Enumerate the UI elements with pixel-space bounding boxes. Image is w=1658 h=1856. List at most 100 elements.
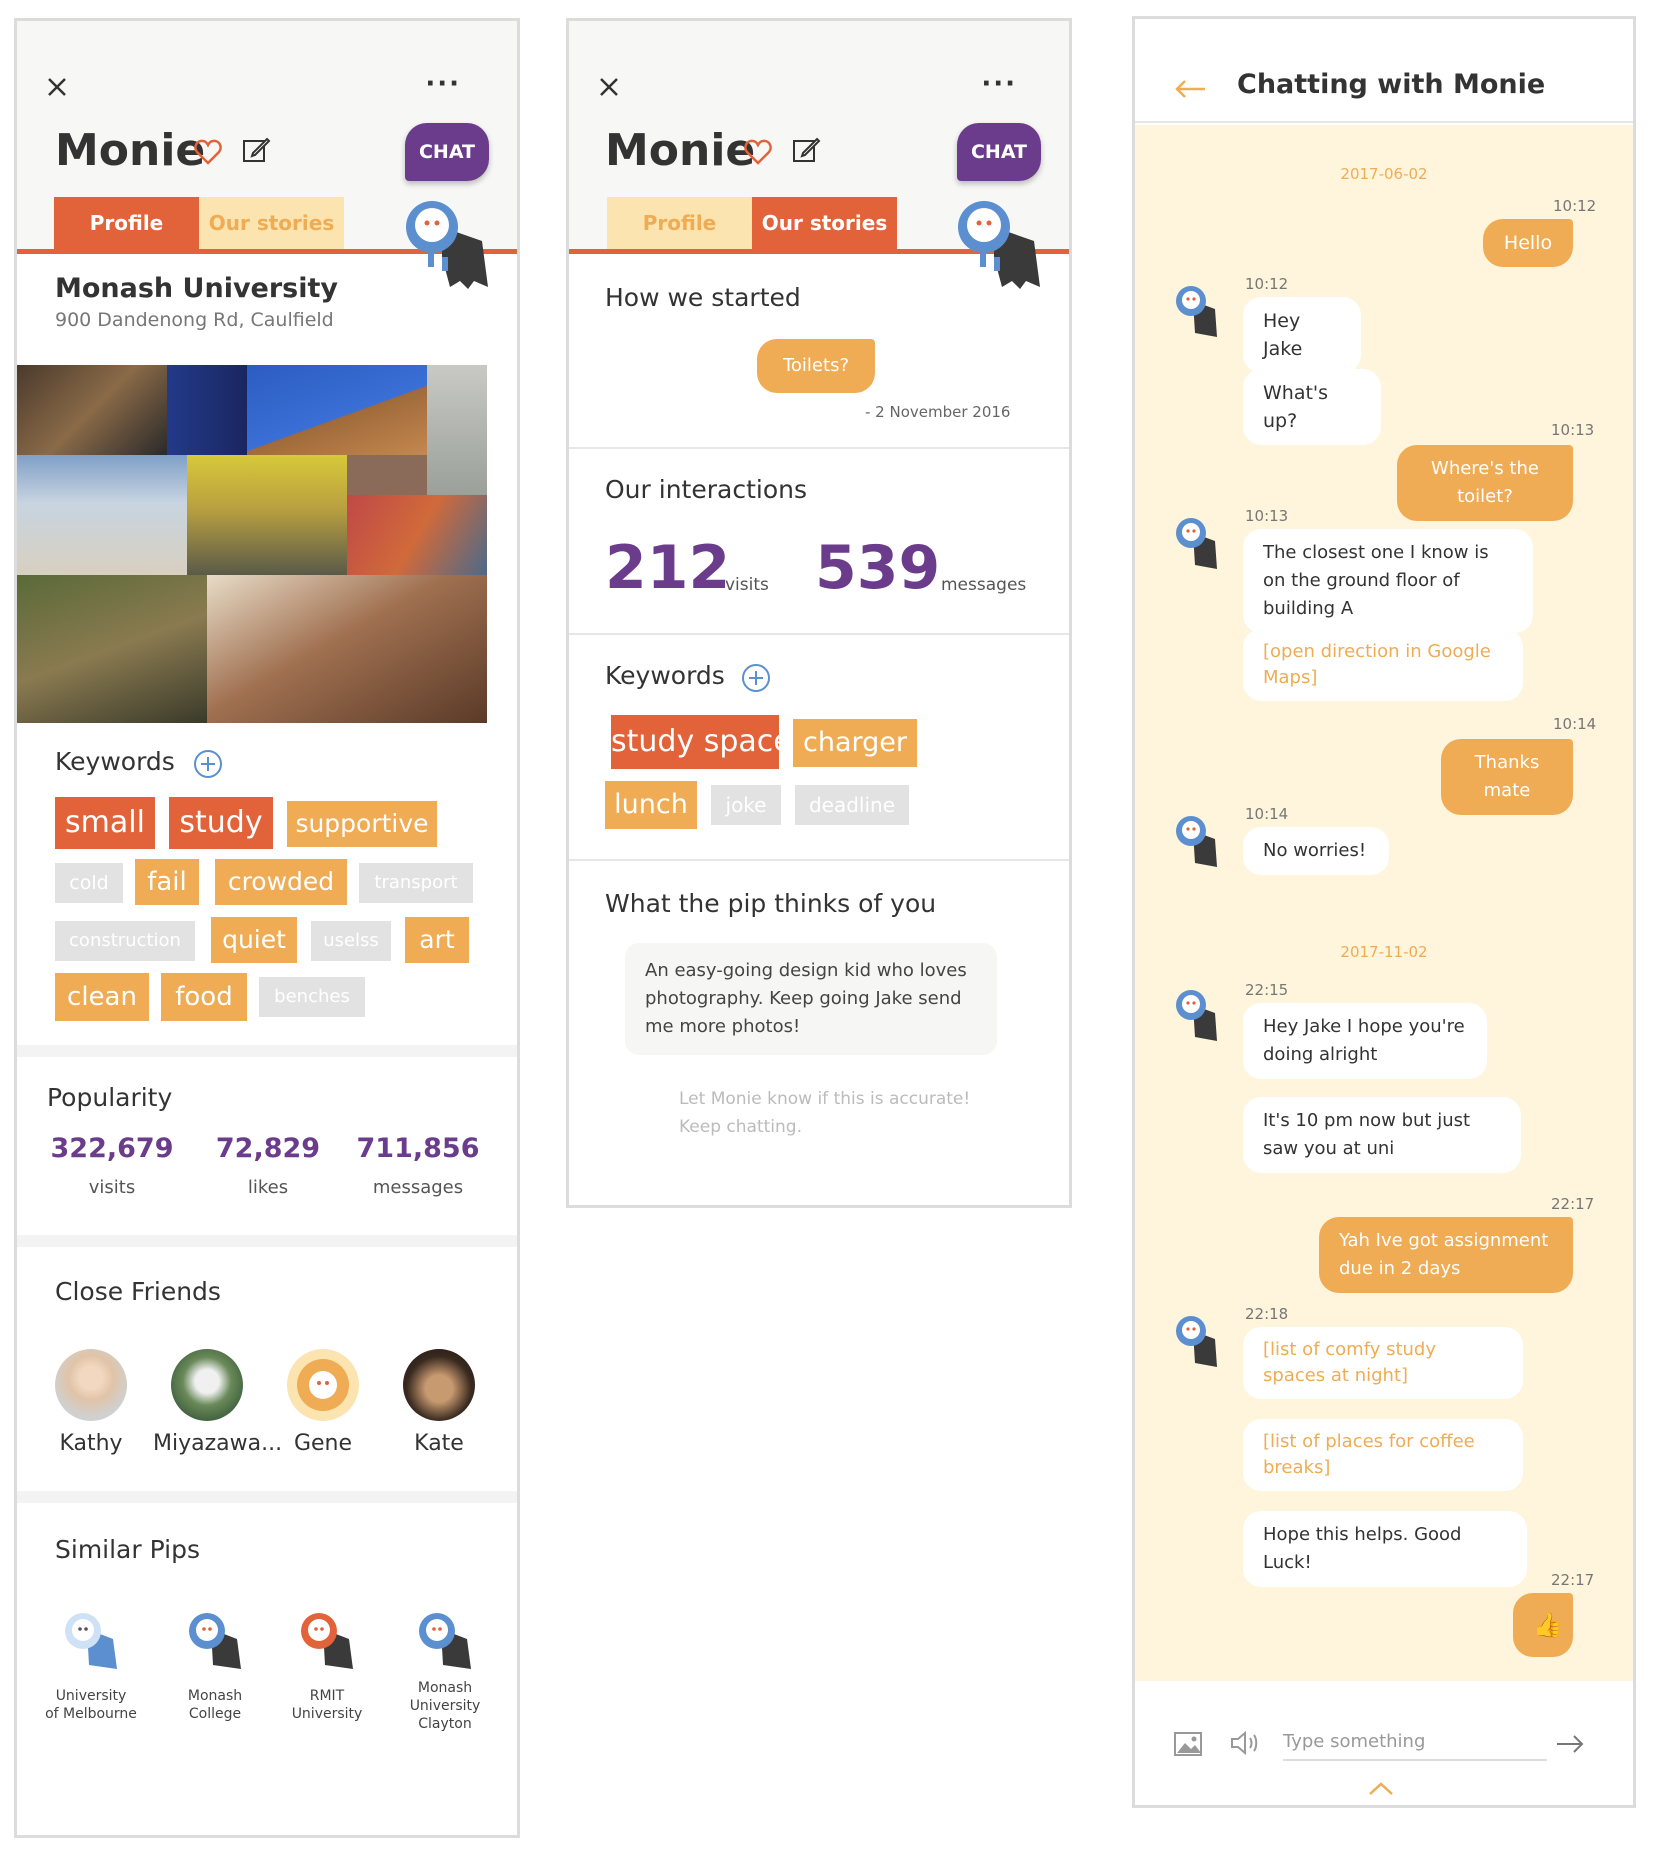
pip-mascot-icon[interactable] (185, 1609, 245, 1679)
visits-count: 212 (605, 533, 731, 603)
keyword-tag[interactable]: crowded (215, 859, 347, 905)
add-keyword-icon[interactable] (741, 663, 771, 693)
photo-stairs-outdoor (17, 575, 207, 723)
place-address: 900 Dandenong Rd, Caulfield (55, 309, 334, 331)
keyword-tag[interactable]: benches (259, 977, 365, 1017)
audio-icon[interactable] (1229, 1729, 1261, 1757)
keyword-tag[interactable]: study (169, 797, 273, 849)
tab-profile[interactable]: Profile (607, 197, 752, 249)
study-spaces-link-message[interactable]: [list of comfy study spaces at night] (1243, 1327, 1523, 1399)
close-icon[interactable] (595, 73, 623, 101)
friend-name[interactable]: Gene (268, 1431, 378, 1456)
message-time: 10:12 (1553, 197, 1597, 215)
thumbs-up-message[interactable]: 👍 (1513, 1593, 1573, 1657)
popularity-title: Popularity (47, 1083, 173, 1112)
keyword-tag[interactable]: construction (55, 921, 195, 961)
similar-pip-name[interactable]: University of Melbourne (36, 1687, 146, 1723)
sent-message[interactable]: Hello (1483, 219, 1573, 267)
message-time: 22:17 (1551, 1571, 1595, 1589)
keyword-tag[interactable]: quiet (211, 917, 297, 963)
pip-mascot-icon[interactable] (415, 1609, 475, 1679)
friend-name[interactable]: Miyazawa... (153, 1431, 282, 1456)
friend-avatar[interactable] (403, 1349, 475, 1421)
add-keyword-icon[interactable] (193, 749, 223, 779)
photo-staircase (207, 575, 487, 723)
sent-message[interactable]: Thanks mate (1441, 739, 1573, 815)
tab-our-stories[interactable]: Our stories (752, 197, 897, 249)
first-message-date: - 2 November 2016 (865, 403, 1011, 421)
message-input[interactable]: Type something (1283, 1725, 1547, 1761)
pip-mascot-icon[interactable] (61, 1609, 121, 1679)
edit-icon[interactable] (791, 135, 821, 165)
friend-name[interactable]: Kathy (36, 1431, 146, 1456)
photo-collage[interactable] (17, 365, 487, 723)
friend-name[interactable]: Kate (384, 1431, 494, 1456)
received-message[interactable]: Hope this helps. Good Luck! (1243, 1511, 1527, 1587)
keyword-tag[interactable]: small (55, 797, 155, 849)
messages-count: 711,856 (356, 1133, 480, 1164)
received-message[interactable]: Hey Jake (1243, 297, 1361, 373)
image-icon[interactable] (1173, 1731, 1203, 1757)
keyword-tag[interactable]: supportive (287, 801, 437, 847)
pip-thinks-bubble: An easy-going design kid who loves photo… (625, 943, 997, 1055)
received-message[interactable]: It's 10 pm now but just saw you at uni (1243, 1097, 1521, 1173)
pip-mascot-icon (406, 201, 488, 289)
pip-title: Monie (605, 125, 756, 176)
sent-message[interactable]: Yah Ive got assignment due in 2 days (1319, 1217, 1573, 1293)
back-arrow-icon[interactable] (1173, 77, 1207, 101)
more-icon[interactable]: ··· (981, 69, 1017, 99)
maps-link-message[interactable]: [open direction in Google Maps] (1243, 629, 1523, 701)
tab-our-stories[interactable]: Our stories (199, 197, 344, 249)
chevron-up-icon[interactable] (1367, 1781, 1395, 1797)
first-message-bubble: Toilets? (757, 339, 875, 393)
keyword-tag[interactable]: cold (55, 863, 123, 903)
chat-button[interactable]: CHAT (405, 123, 489, 181)
keyword-tag[interactable]: food (161, 973, 247, 1021)
tab-profile[interactable]: Profile (54, 197, 199, 249)
keyword-tag[interactable]: uselss (311, 921, 391, 961)
send-arrow-icon[interactable] (1555, 1733, 1585, 1755)
edit-icon[interactable] (241, 135, 271, 165)
coffee-places-link-message[interactable]: [list of places for coffee breaks] (1243, 1419, 1523, 1491)
sent-message[interactable]: Where's the toilet? (1397, 445, 1573, 521)
friend-avatar[interactable] (55, 1349, 127, 1421)
divider (569, 447, 1069, 449)
photo-signage (167, 365, 247, 455)
photo-courtyard (347, 455, 427, 495)
date-separator: 2017-11-02 (1340, 943, 1428, 961)
keyword-tag[interactable]: joke (711, 785, 781, 825)
keywords-title: Keywords (55, 747, 175, 776)
friend-avatar[interactable] (287, 1349, 359, 1421)
message-time: 22:18 (1245, 1305, 1289, 1323)
keyword-tag[interactable]: transport (359, 863, 473, 903)
similar-pip-name[interactable]: Monash University Clayton (390, 1679, 500, 1733)
close-icon[interactable] (43, 73, 71, 101)
friend-avatar[interactable] (171, 1349, 243, 1421)
keyword-tag[interactable]: fail (135, 859, 199, 905)
message-time: 10:14 (1245, 805, 1289, 823)
keyword-tag[interactable]: art (405, 917, 469, 963)
heart-icon[interactable] (743, 137, 773, 167)
received-message[interactable]: Hey Jake I hope you're doing alright (1243, 1003, 1487, 1079)
more-icon[interactable]: ··· (425, 69, 461, 99)
received-message[interactable]: The closest one I know is on the ground … (1243, 529, 1533, 633)
date-separator: 2017-06-02 (1340, 165, 1428, 183)
received-message[interactable]: No worries! (1243, 827, 1389, 875)
divider (17, 1235, 517, 1247)
chat-screen: Chatting with Monie 2017-06-02 10:12 Hel… (1132, 16, 1636, 1808)
divider (569, 633, 1069, 635)
similar-pip-name[interactable]: Monash College (160, 1687, 270, 1723)
photo-building (17, 455, 187, 575)
visits-label: visits (88, 1177, 136, 1198)
keyword-tag[interactable]: deadline (795, 785, 909, 825)
similar-pip-name[interactable]: RMIT University (272, 1687, 382, 1723)
pip-mascot-icon[interactable] (297, 1609, 357, 1679)
keyword-tag[interactable]: lunch (605, 781, 697, 829)
received-message[interactable]: What's up? (1243, 369, 1381, 445)
chat-button[interactable]: CHAT (957, 123, 1041, 181)
keyword-tag[interactable]: charger (793, 719, 917, 767)
keyword-tag[interactable]: study space (611, 715, 792, 769)
gene-pip-icon (297, 1359, 349, 1411)
heart-icon[interactable] (193, 137, 223, 167)
keyword-tag[interactable]: clean (55, 973, 149, 1021)
